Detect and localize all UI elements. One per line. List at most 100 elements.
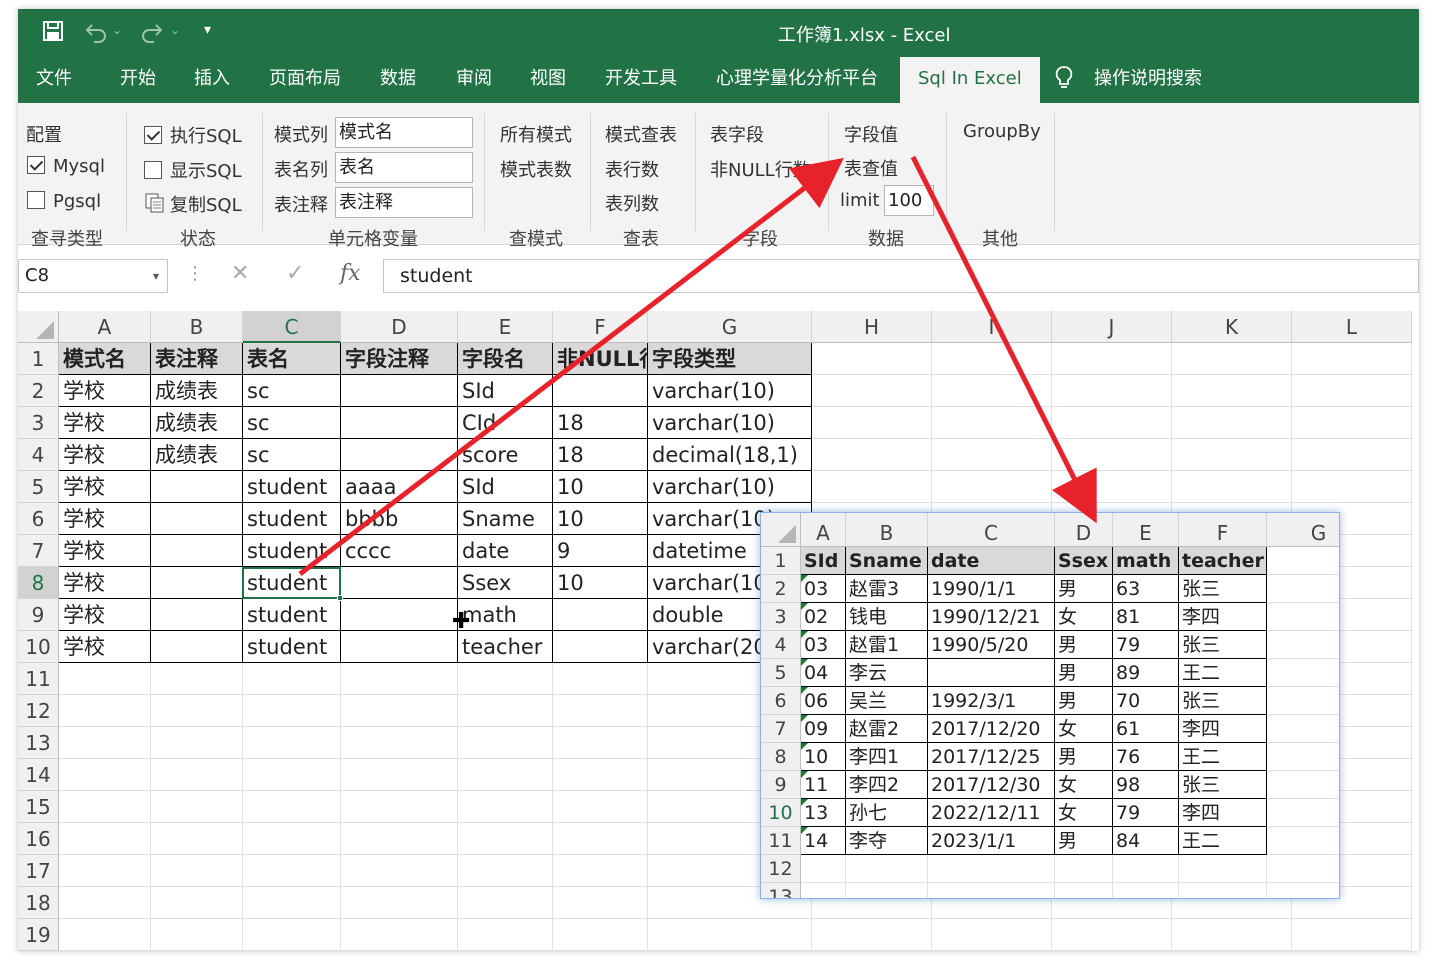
result-cell[interactable] (1267, 827, 1339, 855)
cell[interactable] (1292, 439, 1412, 471)
result-cell[interactable]: 孙七 (846, 799, 928, 827)
cell[interactable]: decimal(18,1) (648, 439, 812, 471)
tab-home[interactable]: 开始 (120, 57, 156, 103)
table-header-cell[interactable]: 字段名 (458, 343, 553, 375)
result-cell[interactable]: 王二 (1179, 659, 1267, 687)
result-column-header-a[interactable]: A (801, 513, 846, 547)
result-cell[interactable]: 赵雷3 (846, 575, 928, 603)
cell[interactable] (932, 439, 1052, 471)
result-cell[interactable]: 98 (1113, 771, 1179, 799)
result-cell[interactable]: 李云 (846, 659, 928, 687)
result-cell[interactable]: 79 (1113, 799, 1179, 827)
table-fields-button[interactable]: 表字段 (710, 121, 764, 147)
result-cell[interactable] (1179, 883, 1267, 898)
result-cell[interactable]: 李四 (1179, 603, 1267, 631)
schema-query-table-button[interactable]: 模式查表 (605, 121, 677, 147)
result-header-cell[interactable]: SId (801, 547, 846, 575)
row-header[interactable]: 17 (18, 855, 59, 887)
all-schemas-button[interactable]: 所有模式 (500, 121, 572, 147)
cell[interactable] (341, 407, 458, 439)
cell[interactable] (341, 599, 458, 631)
column-header-c[interactable]: C (243, 311, 341, 343)
cell[interactable] (932, 407, 1052, 439)
cell[interactable]: student (243, 599, 341, 631)
cell[interactable] (341, 791, 458, 823)
cell[interactable] (812, 919, 932, 951)
result-cell[interactable]: 张三 (1179, 575, 1267, 603)
tab-view[interactable]: 视图 (530, 57, 566, 103)
cell[interactable] (553, 919, 648, 951)
result-cell[interactable]: 男 (1055, 827, 1113, 855)
table-header-cell[interactable]: 字段类型 (648, 343, 812, 375)
result-cell[interactable]: 2023/1/1 (928, 827, 1055, 855)
result-cell[interactable]: 2017/12/25 (928, 743, 1055, 771)
cell[interactable] (458, 919, 553, 951)
cell[interactable]: 学校 (59, 503, 151, 535)
result-cell[interactable]: 李四2 (846, 771, 928, 799)
result-cell[interactable]: 李四1 (846, 743, 928, 771)
row-header[interactable]: 19 (18, 919, 59, 951)
cell[interactable] (1052, 343, 1172, 375)
cell[interactable]: student (243, 535, 341, 567)
fx-icon[interactable]: fx (340, 261, 361, 286)
cell[interactable] (151, 663, 243, 695)
result-cell[interactable] (1267, 603, 1339, 631)
cell[interactable]: bbbb (341, 503, 458, 535)
checkbox-checked-icon[interactable] (27, 156, 45, 174)
result-cell[interactable] (1267, 575, 1339, 603)
cell[interactable] (59, 663, 151, 695)
field-value-button[interactable]: 字段值 (844, 121, 898, 147)
table-header-cell[interactable]: 非NULL行数 (553, 343, 648, 375)
cell[interactable] (458, 887, 553, 919)
cell[interactable] (553, 599, 648, 631)
result-cell[interactable] (1267, 799, 1339, 827)
cell[interactable] (341, 759, 458, 791)
cell[interactable] (151, 599, 243, 631)
cell[interactable] (648, 919, 812, 951)
row-header[interactable]: 12 (18, 695, 59, 727)
row-header[interactable]: 1 (18, 343, 59, 375)
result-row-header[interactable]: 13 (761, 883, 801, 898)
cell[interactable] (59, 727, 151, 759)
result-cell[interactable]: 76 (1113, 743, 1179, 771)
cell[interactable] (243, 759, 341, 791)
cell[interactable] (243, 663, 341, 695)
cell[interactable]: Sname (458, 503, 553, 535)
cell[interactable]: varchar(10) (648, 407, 812, 439)
column-header-d[interactable]: D (341, 311, 458, 343)
cell[interactable] (341, 439, 458, 471)
cell[interactable] (151, 695, 243, 727)
enter-icon[interactable]: ✓ (286, 261, 304, 286)
cell[interactable] (1292, 343, 1412, 375)
cell[interactable] (1052, 919, 1172, 951)
result-cell[interactable] (801, 855, 846, 883)
result-row-header[interactable]: 9 (761, 771, 801, 799)
cell[interactable] (1172, 407, 1292, 439)
cell[interactable]: 成绩表 (151, 407, 243, 439)
result-row-header[interactable]: 3 (761, 603, 801, 631)
cell[interactable]: CId (458, 407, 553, 439)
result-cell[interactable] (1055, 855, 1113, 883)
cell[interactable] (59, 823, 151, 855)
cell[interactable] (458, 663, 553, 695)
column-header-k[interactable]: K (1172, 311, 1292, 343)
redo-icon[interactable] (140, 21, 164, 48)
group-by-button[interactable]: GroupBy (963, 121, 1041, 142)
cell[interactable]: 学校 (59, 439, 151, 471)
cell[interactable] (458, 791, 553, 823)
result-cell[interactable]: 2017/12/30 (928, 771, 1055, 799)
config-button[interactable]: 配置 (26, 121, 62, 147)
result-cell[interactable]: 女 (1055, 603, 1113, 631)
cell[interactable]: aaaa (341, 471, 458, 503)
result-row-header[interactable]: 4 (761, 631, 801, 659)
cell[interactable]: SId (458, 471, 553, 503)
cell[interactable]: 18 (553, 407, 648, 439)
cell[interactable] (1172, 439, 1292, 471)
result-cell[interactable]: 男 (1055, 743, 1113, 771)
cell[interactable] (151, 631, 243, 663)
pgsql-checkbox[interactable]: Pgsql (27, 191, 101, 212)
column-header-g[interactable]: G (648, 311, 812, 343)
cell[interactable] (553, 791, 648, 823)
result-header-cell[interactable]: Ssex (1055, 547, 1113, 575)
row-header[interactable]: 15 (18, 791, 59, 823)
